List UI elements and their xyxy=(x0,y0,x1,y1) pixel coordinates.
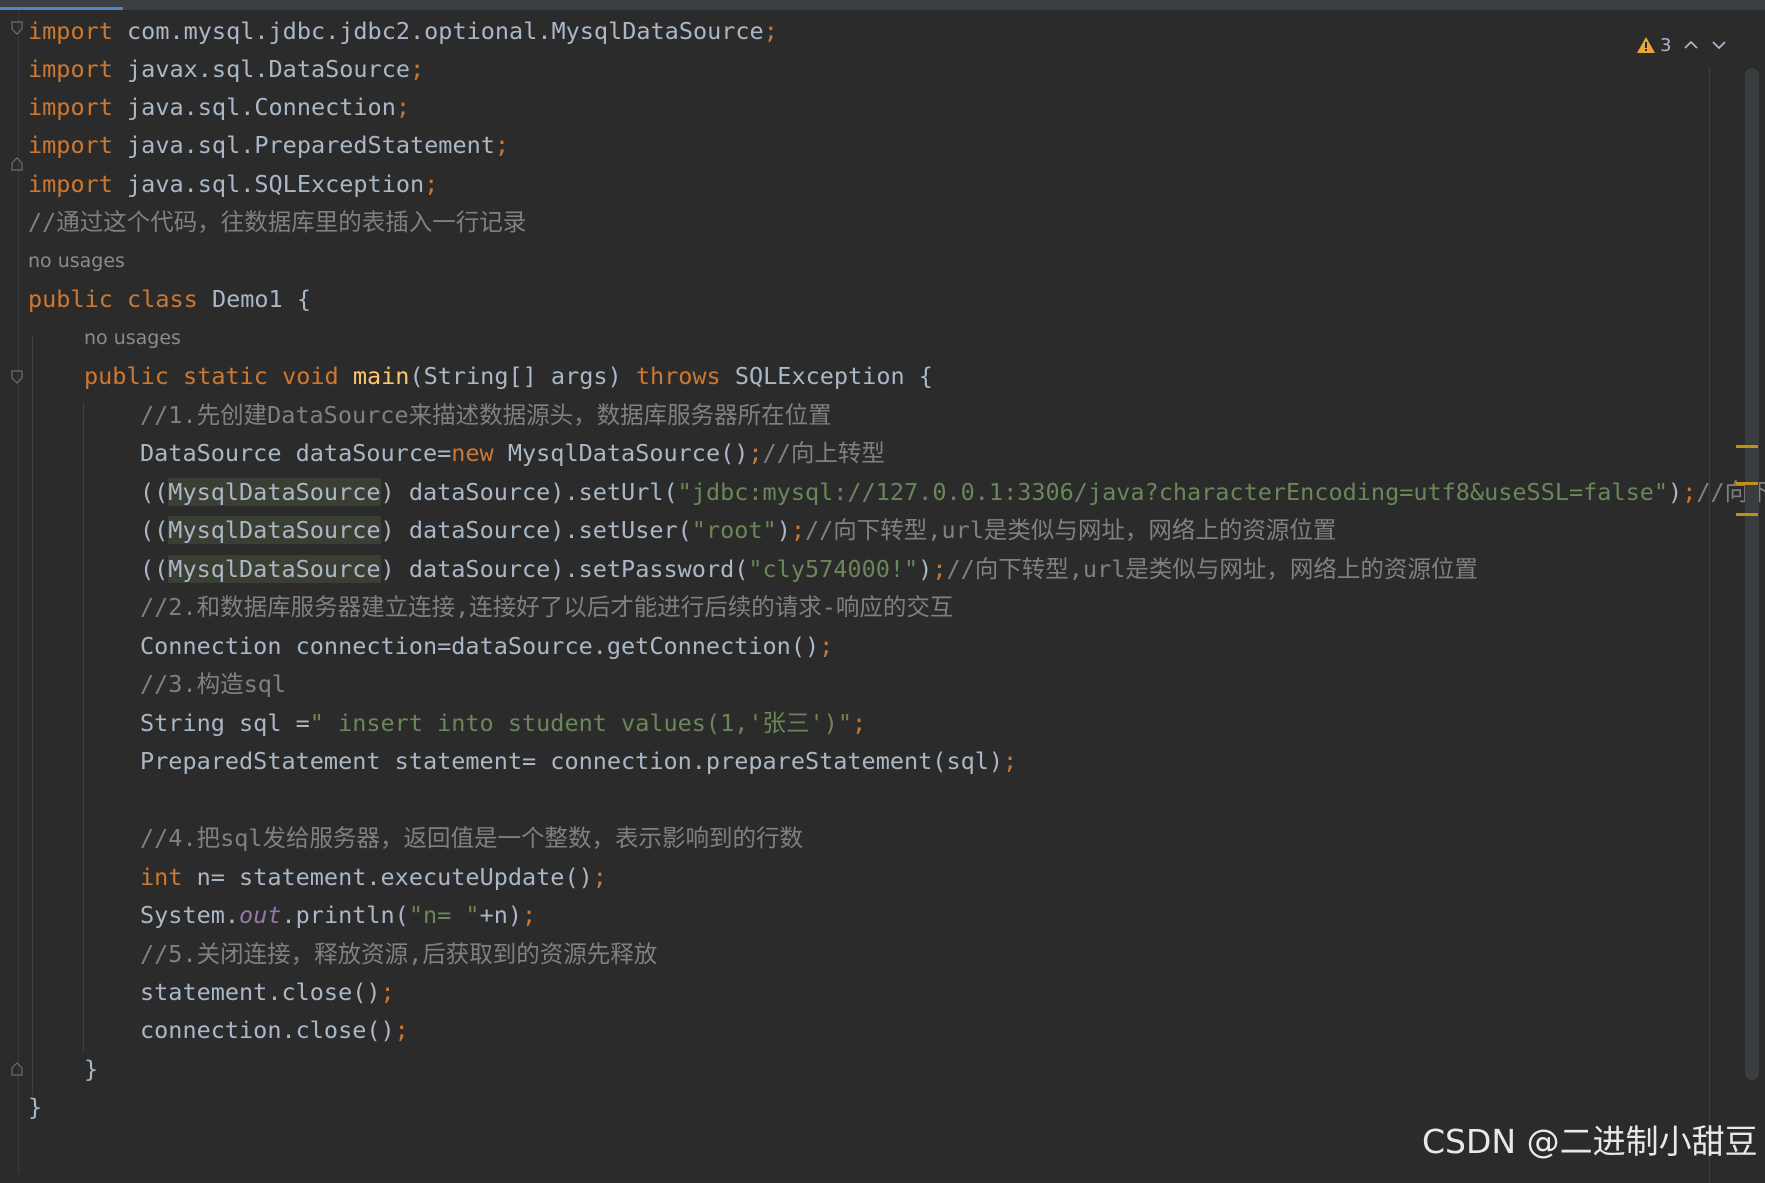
fold-start-icon[interactable] xyxy=(11,370,23,384)
code-comment: //通过这个代码，往数据库里的表插入一行记录 xyxy=(28,208,527,236)
code-line: PreparedStatement statement= connection.… xyxy=(140,747,1018,775)
chevron-down-icon[interactable] xyxy=(1711,39,1727,51)
fold-start-icon[interactable] xyxy=(11,21,23,35)
code-editor[interactable]: import com.mysql.jdbc.jdbc2.optional.Mys… xyxy=(0,10,1765,1183)
code-comment: //3.构造sql xyxy=(140,670,287,698)
code-line: int n= statement.executeUpdate(); xyxy=(140,863,607,891)
code-line: System.out.println("n= "+n); xyxy=(140,901,537,929)
warning-stripe-marker[interactable] xyxy=(1736,482,1758,485)
csdn-watermark: CSDN @二进制小甜豆 xyxy=(1422,1122,1758,1161)
code-line-class-close: } xyxy=(28,1093,43,1121)
code-line: ((MysqlDataSource) dataSource).setUrl("j… xyxy=(140,478,1765,506)
vertical-scrollbar[interactable] xyxy=(1745,68,1759,1080)
warning-icon xyxy=(1637,37,1655,53)
cast-highlight: MysqlDataSource xyxy=(168,555,381,583)
fold-end-icon[interactable] xyxy=(11,157,23,171)
usages-hint[interactable]: no usages xyxy=(28,246,125,276)
editor-tab-bar xyxy=(0,0,1765,10)
code-comment: //1.先创建DataSource来描述数据源头，数据库服务器所在位置 xyxy=(140,401,832,429)
warning-stripe-marker[interactable] xyxy=(1736,445,1758,448)
code-comment: //4.把sql发给服务器，返回值是一个整数，表示影响到的行数 xyxy=(140,824,804,852)
indent-guide xyxy=(83,402,84,1052)
code-line: connection.close(); xyxy=(140,1016,409,1044)
code-line-method-close: } xyxy=(84,1055,99,1083)
code-comment: //2.和数据库服务器建立连接,连接好了以后才能进行后续的请求-响应的交互 xyxy=(140,593,954,621)
inspection-widget[interactable]: 3 xyxy=(1636,32,1727,58)
code-line: DataSource dataSource=new MysqlDataSourc… xyxy=(140,439,885,467)
code-line-import: import java.sql.SQLException; xyxy=(28,170,439,198)
code-line-method-declaration: public static void main(String[] args) t… xyxy=(84,362,933,390)
cast-highlight: MysqlDataSource xyxy=(168,516,381,544)
code-comment: //5.关闭连接，释放资源,后获取到的资源先释放 xyxy=(140,940,658,968)
code-line: statement.close(); xyxy=(140,978,395,1006)
code-line: Connection connection=dataSource.getConn… xyxy=(140,632,834,660)
code-line: ((MysqlDataSource) dataSource).setUser("… xyxy=(140,516,1337,544)
right-margin-guide xyxy=(1709,68,1710,1183)
warning-stripe-marker[interactable] xyxy=(1736,513,1758,516)
fold-end-icon[interactable] xyxy=(11,1062,23,1076)
indent-guide xyxy=(32,335,33,1095)
warning-count[interactable]: 3 xyxy=(1636,35,1671,56)
usages-hint[interactable]: no usages xyxy=(84,323,181,353)
code-line-import: import com.mysql.jdbc.jdbc2.optional.Mys… xyxy=(28,17,778,45)
cast-highlight: MysqlDataSource xyxy=(168,478,381,506)
code-line-class-declaration: public class Demo1 { xyxy=(28,285,311,313)
code-line-import: import java.sql.Connection; xyxy=(28,93,411,121)
code-line: String sql =" insert into student values… xyxy=(140,709,867,737)
chevron-up-icon[interactable] xyxy=(1683,39,1699,51)
code-line-import: import javax.sql.DataSource; xyxy=(28,55,425,83)
code-line-import: import java.sql.PreparedStatement; xyxy=(28,131,510,159)
code-line: ((MysqlDataSource) dataSource).setPasswo… xyxy=(140,555,1478,583)
